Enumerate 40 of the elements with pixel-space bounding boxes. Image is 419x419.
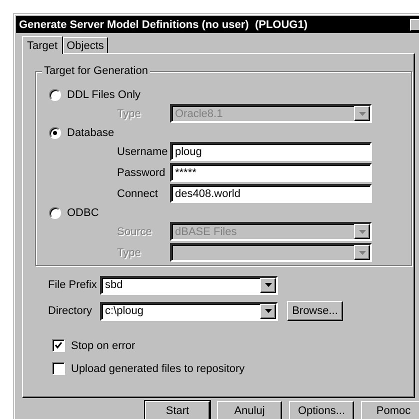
dialog-button[interactable]: Pomoc <box>361 401 419 419</box>
dialog-button[interactable]: Options... <box>289 401 354 419</box>
dropdown-arrow-icon <box>358 112 366 116</box>
radio-button[interactable] <box>49 126 61 138</box>
field-label: Connect <box>117 188 159 200</box>
group-title: Target for Generation <box>42 65 150 77</box>
dropdown-arrow-icon <box>358 250 366 254</box>
checkbox-label: Upload generated files to repository <box>71 362 245 374</box>
dropdown-button[interactable] <box>260 278 276 292</box>
field-label: Type <box>117 246 142 258</box>
checkbox[interactable] <box>52 362 65 375</box>
dropdown-field[interactable]: c:\ploug <box>100 302 278 320</box>
input-field[interactable]: ploug <box>170 142 372 161</box>
dropdown-field[interactable]: sbd <box>100 276 278 294</box>
field-label: Type <box>117 108 142 120</box>
checkbox[interactable] <box>52 339 65 352</box>
tab[interactable]: Objects <box>62 37 108 53</box>
browse-button[interactable]: Browse... <box>287 301 343 321</box>
dropdown-button[interactable] <box>260 304 276 318</box>
dialog-button[interactable]: Start <box>145 401 210 419</box>
dropdown-arrow-icon <box>358 230 366 234</box>
window-title: Generate Server Model Definitions (no user) (PLOUG1) <box>19 18 308 30</box>
radio-label: DDL Files Only <box>67 88 141 100</box>
check-icon <box>55 342 62 349</box>
dialog-button[interactable]: Anuluj <box>217 401 282 419</box>
field-label: Password <box>117 166 166 178</box>
checkbox-label: Stop on error <box>71 340 136 352</box>
field-label: Username <box>117 146 169 158</box>
input-field[interactable]: ***** <box>170 163 372 182</box>
radio-button[interactable] <box>49 88 61 100</box>
tab[interactable]: Target <box>22 36 63 54</box>
radio-label: Database <box>67 126 114 138</box>
field-label: Directory <box>48 305 94 317</box>
field-label: File Prefix <box>48 279 98 291</box>
dropdown-arrow-icon <box>264 283 272 287</box>
radio-button[interactable] <box>49 206 61 218</box>
field-label: Source <box>117 226 153 238</box>
radio-label: ODBC <box>67 206 99 218</box>
input-field[interactable]: des408.world <box>170 184 372 203</box>
dropdown-arrow-icon <box>264 309 272 313</box>
